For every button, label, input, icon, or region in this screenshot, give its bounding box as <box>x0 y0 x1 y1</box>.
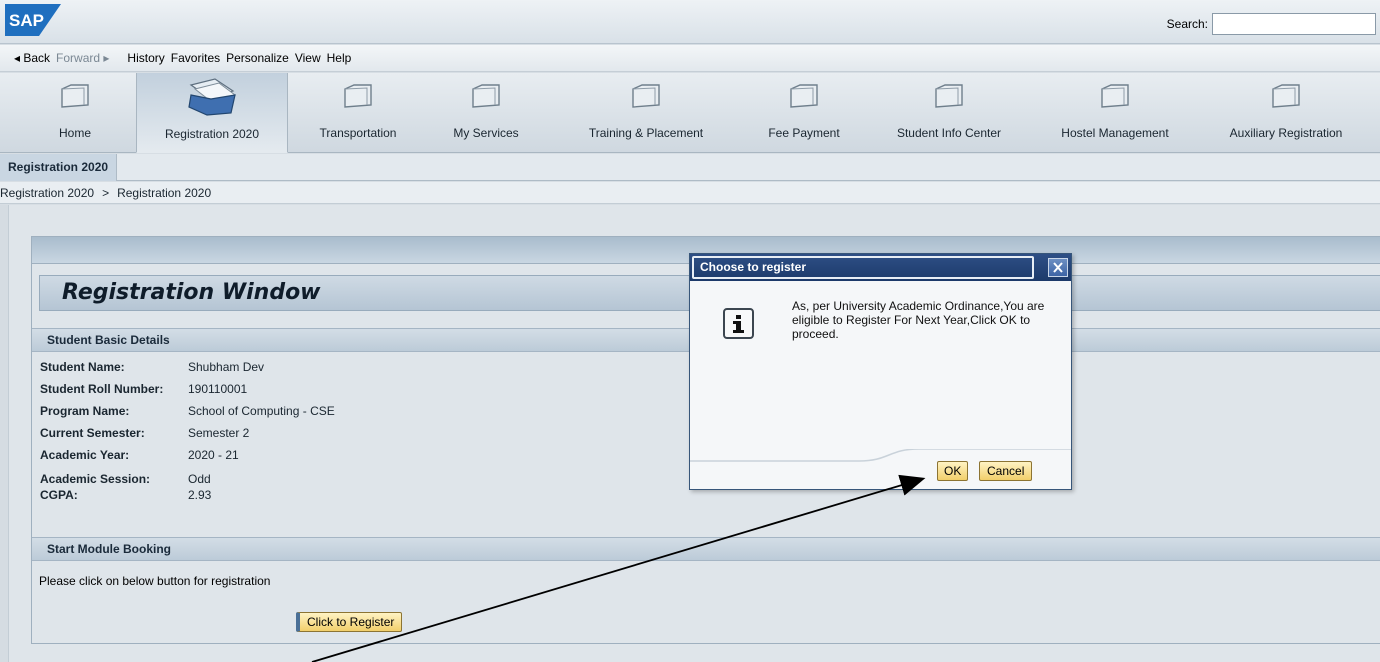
info-icon <box>723 308 754 339</box>
menu-bar: ◂ Back Forward ▸ History Favorites Perso… <box>0 45 1380 72</box>
subtab-registration-2020[interactable]: Registration 2020 <box>0 154 118 181</box>
nav-tab-transportation[interactable]: Transportation <box>300 73 416 153</box>
folder-icon <box>1272 84 1300 108</box>
breadcrumb-item[interactable]: Registration 2020 <box>0 186 94 200</box>
top-level-navigation: Home Registration 2020 Transportation My… <box>0 73 1380 153</box>
folder-icon <box>344 84 372 108</box>
folder-icon <box>935 84 963 108</box>
section-header-module-booking: Start Module Booking <box>32 537 1380 561</box>
back-button[interactable]: ◂ Back <box>14 51 50 65</box>
folder-icon <box>472 84 500 108</box>
nav-tab-student-info-center[interactable]: Student Info Center <box>874 73 1024 153</box>
choose-to-register-dialog: Choose to register As, per University Ac… <box>689 253 1072 490</box>
svg-text:SAP: SAP <box>9 11 44 30</box>
forward-button[interactable]: Forward ▸ <box>56 51 109 65</box>
open-folder-icon <box>188 78 237 116</box>
menu-personalize[interactable]: Personalize <box>226 51 289 65</box>
menu-view[interactable]: View <box>295 51 321 65</box>
top-bar: SAP Search: <box>0 0 1380 44</box>
cancel-button[interactable]: Cancel <box>979 461 1033 481</box>
breadcrumb-separator: > <box>102 186 110 200</box>
nav-tab-home[interactable]: Home <box>30 73 120 153</box>
breadcrumb-item[interactable]: Registration 2020 <box>117 186 211 200</box>
folder-icon <box>632 84 660 108</box>
nav-tab-my-services[interactable]: My Services <box>428 73 544 153</box>
folder-icon <box>790 84 818 108</box>
sap-logo: SAP <box>5 4 61 36</box>
dialog-title: Choose to register <box>692 256 1034 279</box>
breadcrumb: Registration 2020 > Registration 2020 <box>0 182 1380 204</box>
nav-tab-training-placement[interactable]: Training & Placement <box>566 73 726 153</box>
folder-icon <box>61 84 89 108</box>
nav-tab-hostel-management[interactable]: Hostel Management <box>1040 73 1190 153</box>
menu-history[interactable]: History <box>127 51 164 65</box>
ok-button[interactable]: OK <box>937 461 969 481</box>
search-input[interactable] <box>1212 13 1376 35</box>
nav-tab-auxiliary-registration[interactable]: Auxiliary Registration <box>1204 73 1368 153</box>
dialog-message: As, per University Academic Ordinance,Yo… <box>792 299 1045 341</box>
module-instructions: Please click on below button for registr… <box>39 574 271 588</box>
secondary-navigation: Registration 2020 <box>0 154 1380 181</box>
search-label: Search: <box>1166 17 1208 31</box>
folder-icon <box>1101 84 1129 108</box>
menu-favorites[interactable]: Favorites <box>171 51 220 65</box>
dialog-titlebar: Choose to register <box>690 254 1071 281</box>
click-to-register-button[interactable]: Click to Register <box>296 612 403 632</box>
nav-tab-fee-payment[interactable]: Fee Payment <box>744 73 864 153</box>
menu-help[interactable]: Help <box>327 51 352 65</box>
nav-tab-registration-2020[interactable]: Registration 2020 <box>136 73 288 153</box>
close-icon[interactable] <box>1048 258 1068 277</box>
